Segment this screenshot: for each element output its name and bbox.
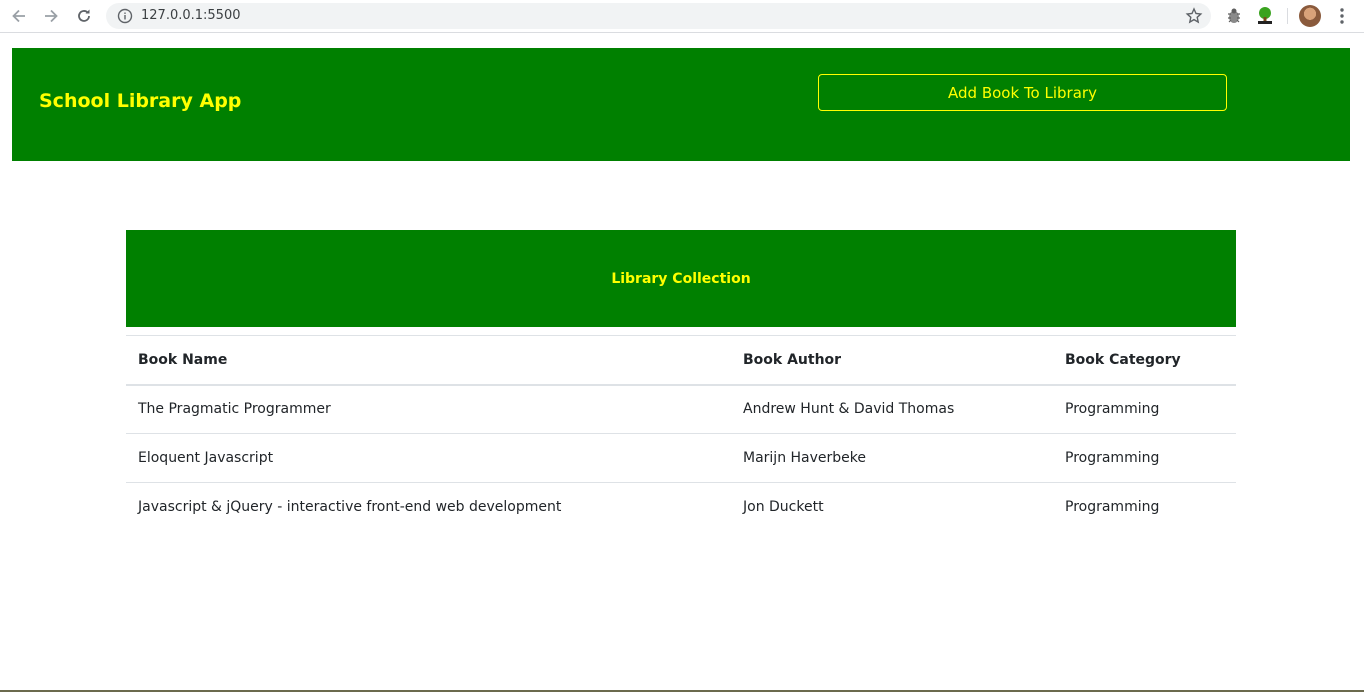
back-arrow-icon[interactable] xyxy=(8,5,30,27)
books-table: Book Name Book Author Book Category The … xyxy=(126,335,1236,532)
forward-arrow-icon[interactable] xyxy=(40,5,62,27)
avatar[interactable] xyxy=(1299,5,1321,27)
book-name-cell: Javascript & jQuery - interactive front-… xyxy=(138,499,562,516)
book-category-cell: Programming xyxy=(1053,384,1236,434)
app-title[interactable]: School Library App xyxy=(39,90,241,112)
book-name-cell: The Pragmatic Programmer xyxy=(126,384,731,434)
column-header-book-author: Book Author xyxy=(743,351,842,368)
add-book-button[interactable]: Add Book To Library xyxy=(818,74,1227,111)
collection-header: Library Collection xyxy=(126,230,1236,327)
more-menu-icon[interactable] xyxy=(1334,6,1350,26)
book-category-cell: Programming xyxy=(1065,499,1160,516)
library-collection: Library Collection Book Name Book Author… xyxy=(126,230,1236,532)
browser-toolbar: 127.0.0.1:5500 xyxy=(0,0,1364,33)
table-row: Eloquent Javascript Marijn Haverbeke Pro… xyxy=(126,433,1236,483)
book-author-cell: Jon Duckett xyxy=(743,499,824,516)
table-row: Javascript & jQuery - interactive front-… xyxy=(126,483,1236,532)
book-author-cell: Andrew Hunt & David Thomas xyxy=(731,384,1053,434)
table-header-row: Book Name Book Author Book Category xyxy=(126,335,1236,385)
book-category-cell: Programming xyxy=(1053,433,1236,483)
star-icon[interactable] xyxy=(1185,7,1203,25)
table-row: The Pragmatic Programmer Andrew Hunt & D… xyxy=(126,384,1236,434)
column-header-book-category: Book Category xyxy=(1065,351,1181,368)
collection-title: Library Collection xyxy=(611,270,751,287)
address-bar[interactable]: 127.0.0.1:5500 xyxy=(106,3,1211,29)
book-name-cell: Eloquent Javascript xyxy=(126,433,731,483)
url-text[interactable]: 127.0.0.1:5500 xyxy=(141,8,241,23)
info-icon[interactable] xyxy=(117,8,133,24)
reload-icon[interactable] xyxy=(73,5,95,27)
app-header: School Library App Add Book To Library xyxy=(12,48,1350,161)
book-author-cell: Marijn Haverbeke xyxy=(731,433,1053,483)
toolbar-divider xyxy=(1287,8,1288,24)
column-header-book-name: Book Name xyxy=(138,351,228,368)
tree-extension-icon[interactable] xyxy=(1255,6,1275,26)
bug-extension-icon[interactable] xyxy=(1224,6,1244,26)
